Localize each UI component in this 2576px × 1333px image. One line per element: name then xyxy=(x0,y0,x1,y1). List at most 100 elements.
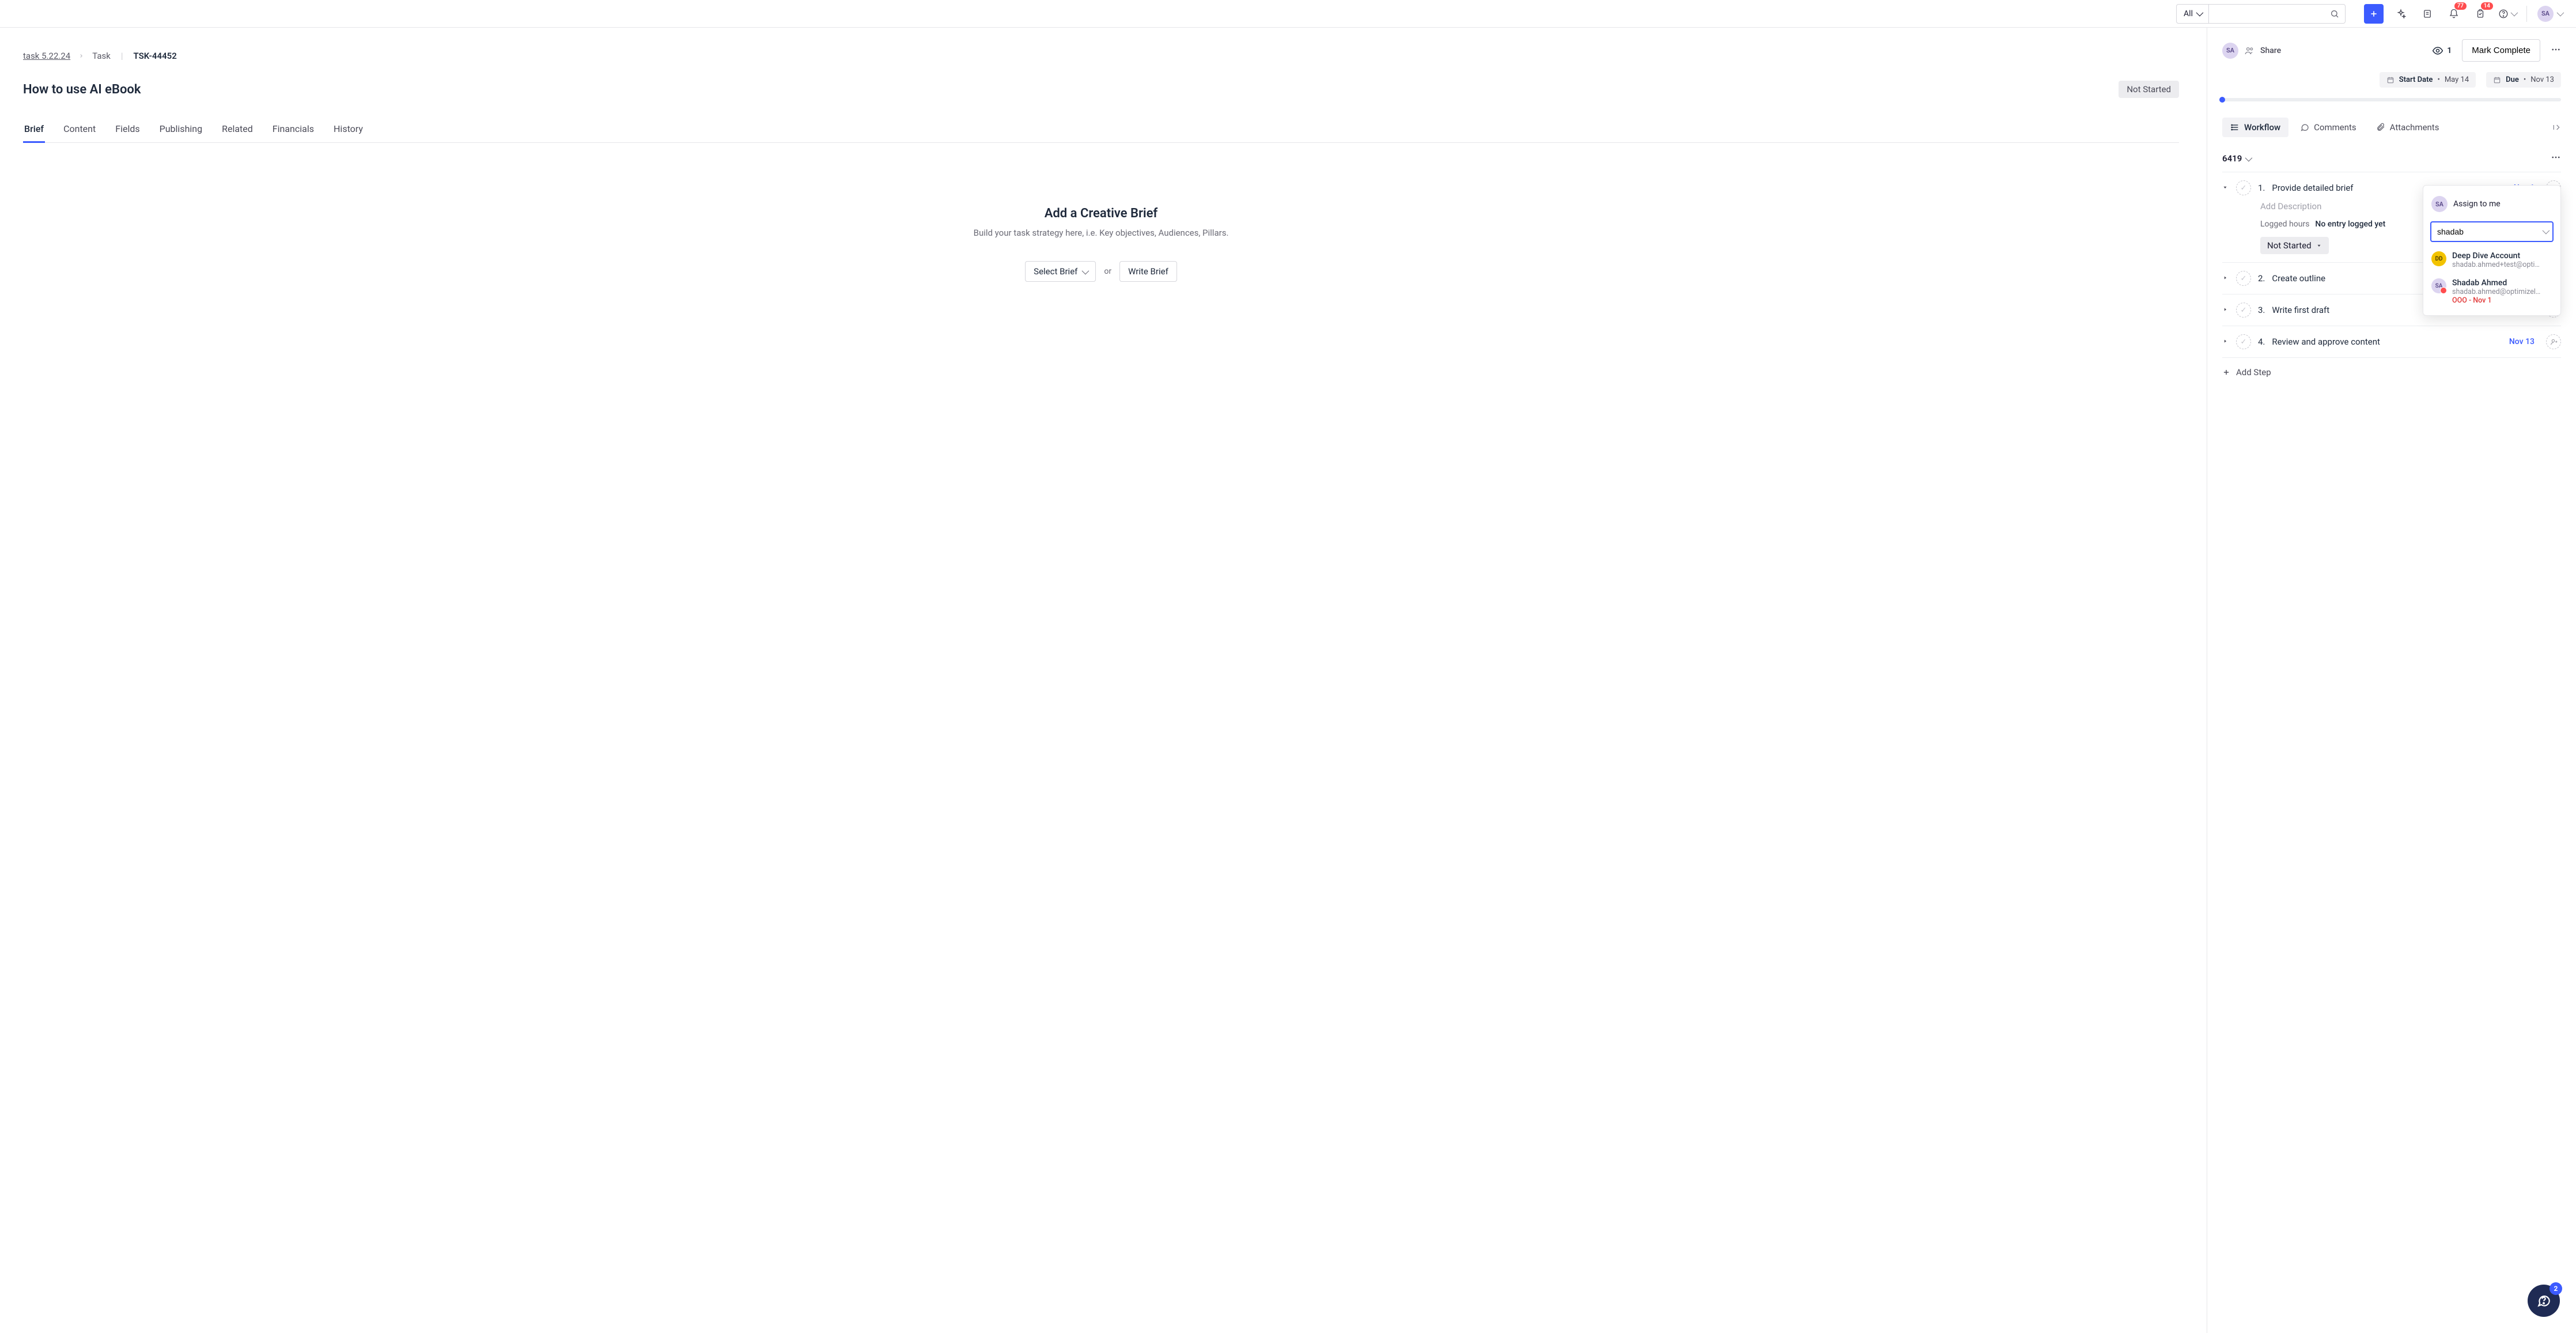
task-status-chip[interactable]: Not Started xyxy=(2119,81,2179,98)
tab-history[interactable]: History xyxy=(332,118,364,142)
assignee-avatar: DD xyxy=(2431,251,2446,266)
workflow-number-dropdown[interactable]: 6419 xyxy=(2222,153,2250,164)
step-status-label: Not Started xyxy=(2267,240,2312,251)
step-title[interactable]: Provide detailed brief xyxy=(2272,183,2353,193)
progress-knob[interactable] xyxy=(2219,97,2225,103)
brief-heading: Add a Creative Brief xyxy=(23,206,2179,221)
step-assign-button[interactable] xyxy=(2546,334,2561,349)
workflow-number: 6419 xyxy=(2222,153,2242,164)
calendar-icon xyxy=(2386,76,2395,84)
assign-popover: SA Assign to me DD Deep Dive Account sha… xyxy=(2423,185,2561,316)
assignee-email: shadab.ahmed+test@opti… xyxy=(2452,260,2540,269)
owner-avatar[interactable]: SA xyxy=(2222,43,2238,59)
workflow-icon xyxy=(2230,123,2240,132)
workflow-step: ✓ 4. Review and approve content Nov 13 xyxy=(2222,326,2561,358)
chevron-down-icon[interactable] xyxy=(2543,227,2548,236)
ai-sparkle-button[interactable] xyxy=(2392,5,2410,23)
mark-complete-button[interactable]: Mark Complete xyxy=(2462,39,2540,62)
expand-panel-button[interactable] xyxy=(2552,123,2561,132)
search-scope-label: All xyxy=(2184,9,2193,18)
clipboard-icon xyxy=(2475,9,2486,19)
calendar-icon xyxy=(2493,76,2501,84)
tab-related[interactable]: Related xyxy=(221,118,254,142)
assignee-name: Shadab Ahmed xyxy=(2452,278,2540,288)
tab-content[interactable]: Content xyxy=(62,118,97,142)
expand-icon xyxy=(2552,123,2561,132)
help-fab[interactable]: 2 xyxy=(2528,1285,2560,1317)
search-button[interactable] xyxy=(2324,5,2345,23)
user-menu[interactable]: SA xyxy=(2537,6,2562,22)
subtab-workflow-label: Workflow xyxy=(2244,122,2280,133)
assign-to-me-button[interactable]: SA Assign to me xyxy=(2430,192,2554,216)
write-brief-label: Write Brief xyxy=(1128,266,1168,277)
step-title[interactable]: Review and approve content xyxy=(2272,337,2380,347)
collaborators-icon[interactable] xyxy=(2244,46,2255,56)
breadcrumb-type[interactable]: Task xyxy=(92,51,111,61)
tab-fields[interactable]: Fields xyxy=(114,118,141,142)
add-step-label: Add Step xyxy=(2236,367,2271,377)
start-date-value: May 14 xyxy=(2445,75,2469,84)
or-text: or xyxy=(1104,267,1111,276)
assignee-name: Deep Dive Account xyxy=(2452,251,2540,260)
search-input[interactable] xyxy=(2209,5,2324,23)
chevron-down-icon xyxy=(2196,9,2201,18)
view-count-value: 1 xyxy=(2447,46,2452,55)
logged-hours-value[interactable]: No entry logged yet xyxy=(2315,220,2385,229)
step-title[interactable]: Create outline xyxy=(2272,273,2325,284)
step-title[interactable]: Write first draft xyxy=(2272,305,2329,315)
help-chat-icon xyxy=(2536,1293,2551,1308)
tab-brief[interactable]: Brief xyxy=(23,118,45,142)
brief-subtext: Build your task strategy here, i.e. Key … xyxy=(23,228,2179,238)
step-collapse-toggle[interactable] xyxy=(2222,183,2229,192)
select-brief-button[interactable]: Select Brief xyxy=(1025,261,1096,282)
subtab-attachments[interactable]: Attachments xyxy=(2368,118,2448,137)
assignee-option[interactable]: SA Shadab Ahmed shadab.ahmed@optimizel… … xyxy=(2430,274,2554,309)
tab-publishing[interactable]: Publishing xyxy=(158,118,203,142)
breadcrumb-root[interactable]: task 5.22.24 xyxy=(23,51,70,61)
write-brief-button[interactable]: Write Brief xyxy=(1119,261,1177,282)
subtab-workflow[interactable]: Workflow xyxy=(2222,118,2288,137)
subtab-attachments-label: Attachments xyxy=(2390,122,2439,133)
tab-financials[interactable]: Financials xyxy=(271,118,315,142)
view-count[interactable]: 1 xyxy=(2432,45,2452,56)
search-scope-dropdown[interactable]: All xyxy=(2177,5,2209,23)
due-date-pill[interactable]: Due • Nov 13 xyxy=(2486,72,2561,88)
start-date-pill[interactable]: Start Date • May 14 xyxy=(2380,72,2476,88)
step-complete-toggle[interactable]: ✓ xyxy=(2236,303,2251,318)
subtab-comments-label: Comments xyxy=(2314,122,2356,133)
step-expand-toggle[interactable] xyxy=(2222,274,2229,283)
workflow-more-button[interactable] xyxy=(2551,152,2561,165)
progress-bar[interactable] xyxy=(2222,98,2561,101)
step-expand-toggle[interactable] xyxy=(2222,305,2229,315)
dots-icon xyxy=(2551,152,2561,163)
breadcrumb: task 5.22.24 Task | TSK-44452 xyxy=(23,51,2179,61)
share-button[interactable]: Share xyxy=(2260,46,2281,55)
chevron-right-icon xyxy=(78,51,84,61)
topbar-divider xyxy=(2526,6,2527,22)
assign-search-input[interactable] xyxy=(2430,221,2554,242)
step-number: 1. xyxy=(2258,183,2265,193)
me-avatar: SA xyxy=(2431,196,2448,212)
step-due-date[interactable]: Nov 13 xyxy=(2509,337,2535,346)
notifications-button[interactable]: 77 xyxy=(2445,5,2463,23)
plus-icon xyxy=(2369,9,2378,18)
step-status-dropdown[interactable]: Not Started xyxy=(2260,237,2329,254)
notes-button[interactable] xyxy=(2418,5,2437,23)
subtab-comments[interactable]: Comments xyxy=(2292,118,2365,137)
caret-down-icon xyxy=(2316,243,2322,248)
step-expand-toggle[interactable] xyxy=(2222,337,2229,346)
assignee-option[interactable]: DD Deep Dive Account shadab.ahmed+test@o… xyxy=(2430,247,2554,274)
step-complete-toggle[interactable]: ✓ xyxy=(2236,334,2251,349)
step-complete-toggle[interactable]: ✓ xyxy=(2236,271,2251,286)
step-complete-toggle[interactable]: ✓ xyxy=(2236,180,2251,195)
add-step-button[interactable]: Add Step xyxy=(2222,367,2561,377)
workflow-step: ✓ 1. Provide detailed brief Nov 1 Add De… xyxy=(2222,172,2561,262)
create-button[interactable] xyxy=(2364,4,2384,24)
help-fab-badge: 2 xyxy=(2549,1282,2562,1295)
help-menu-button[interactable] xyxy=(2498,5,2516,23)
task-title: How to use AI eBook xyxy=(23,82,141,97)
tasks-button[interactable]: 14 xyxy=(2471,5,2490,23)
eye-icon xyxy=(2432,45,2443,56)
assignee-ooo: OOO - Nov 1 xyxy=(2452,296,2540,305)
more-actions-button[interactable] xyxy=(2551,44,2561,57)
